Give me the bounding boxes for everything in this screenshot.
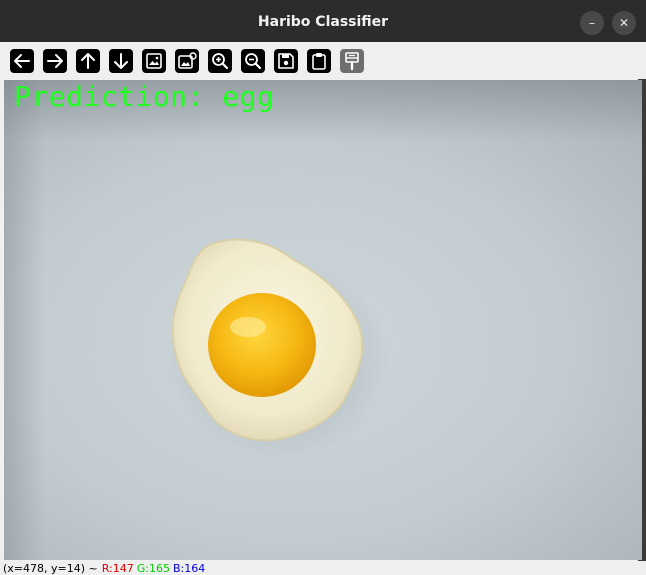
prediction-label: Prediction: egg [14, 80, 275, 113]
properties-button[interactable] [340, 49, 364, 73]
arrow-down-icon [114, 53, 128, 69]
pan-right-button[interactable] [43, 49, 67, 73]
arrow-up-icon [81, 53, 95, 69]
arrow-left-icon [14, 54, 30, 68]
toolbar [0, 42, 646, 79]
save-icon [278, 53, 294, 69]
arrow-right-icon [47, 54, 63, 68]
close-button[interactable]: ✕ [612, 11, 636, 35]
pan-up-button[interactable] [76, 49, 100, 73]
paint-icon [345, 52, 359, 71]
window-title: Haribo Classifier [257, 14, 389, 30]
save-button[interactable] [274, 49, 298, 73]
title-bar[interactable]: Haribo Classifier – ✕ [0, 0, 646, 43]
pixel-green-value: G:165 [136, 562, 170, 575]
pan-left-button[interactable] [10, 49, 34, 73]
zoom-in-icon [212, 53, 229, 70]
minimize-icon: – [589, 16, 595, 30]
image-window: Haribo Classifier – ✕ Prediction: egg (x… [0, 0, 646, 575]
pixel-blue-value: B:164 [173, 562, 206, 575]
pan-down-button[interactable] [109, 49, 133, 73]
minimize-button[interactable]: – [580, 11, 604, 35]
zoom-fit-button[interactable] [175, 49, 199, 73]
cursor-position: (x=478, y=14) ~ [3, 562, 98, 575]
copy-clipboard-button[interactable] [307, 49, 331, 73]
egg-gummy-image [169, 238, 389, 458]
close-icon: ✕ [618, 16, 630, 30]
status-bar: (x=478, y=14) ~ R:147 G:165 B:164 [0, 561, 646, 575]
zoom-out-icon [245, 53, 262, 70]
pixel-red-value: R:147 [101, 562, 134, 575]
zoom-out-button[interactable] [241, 49, 265, 73]
zoom-original-button[interactable] [142, 49, 166, 73]
image-canvas[interactable]: Prediction: egg [4, 80, 642, 560]
image-icon [146, 53, 162, 69]
zoom-in-button[interactable] [208, 49, 232, 73]
image-adjust-icon [178, 52, 197, 69]
clipboard-icon [312, 53, 326, 70]
